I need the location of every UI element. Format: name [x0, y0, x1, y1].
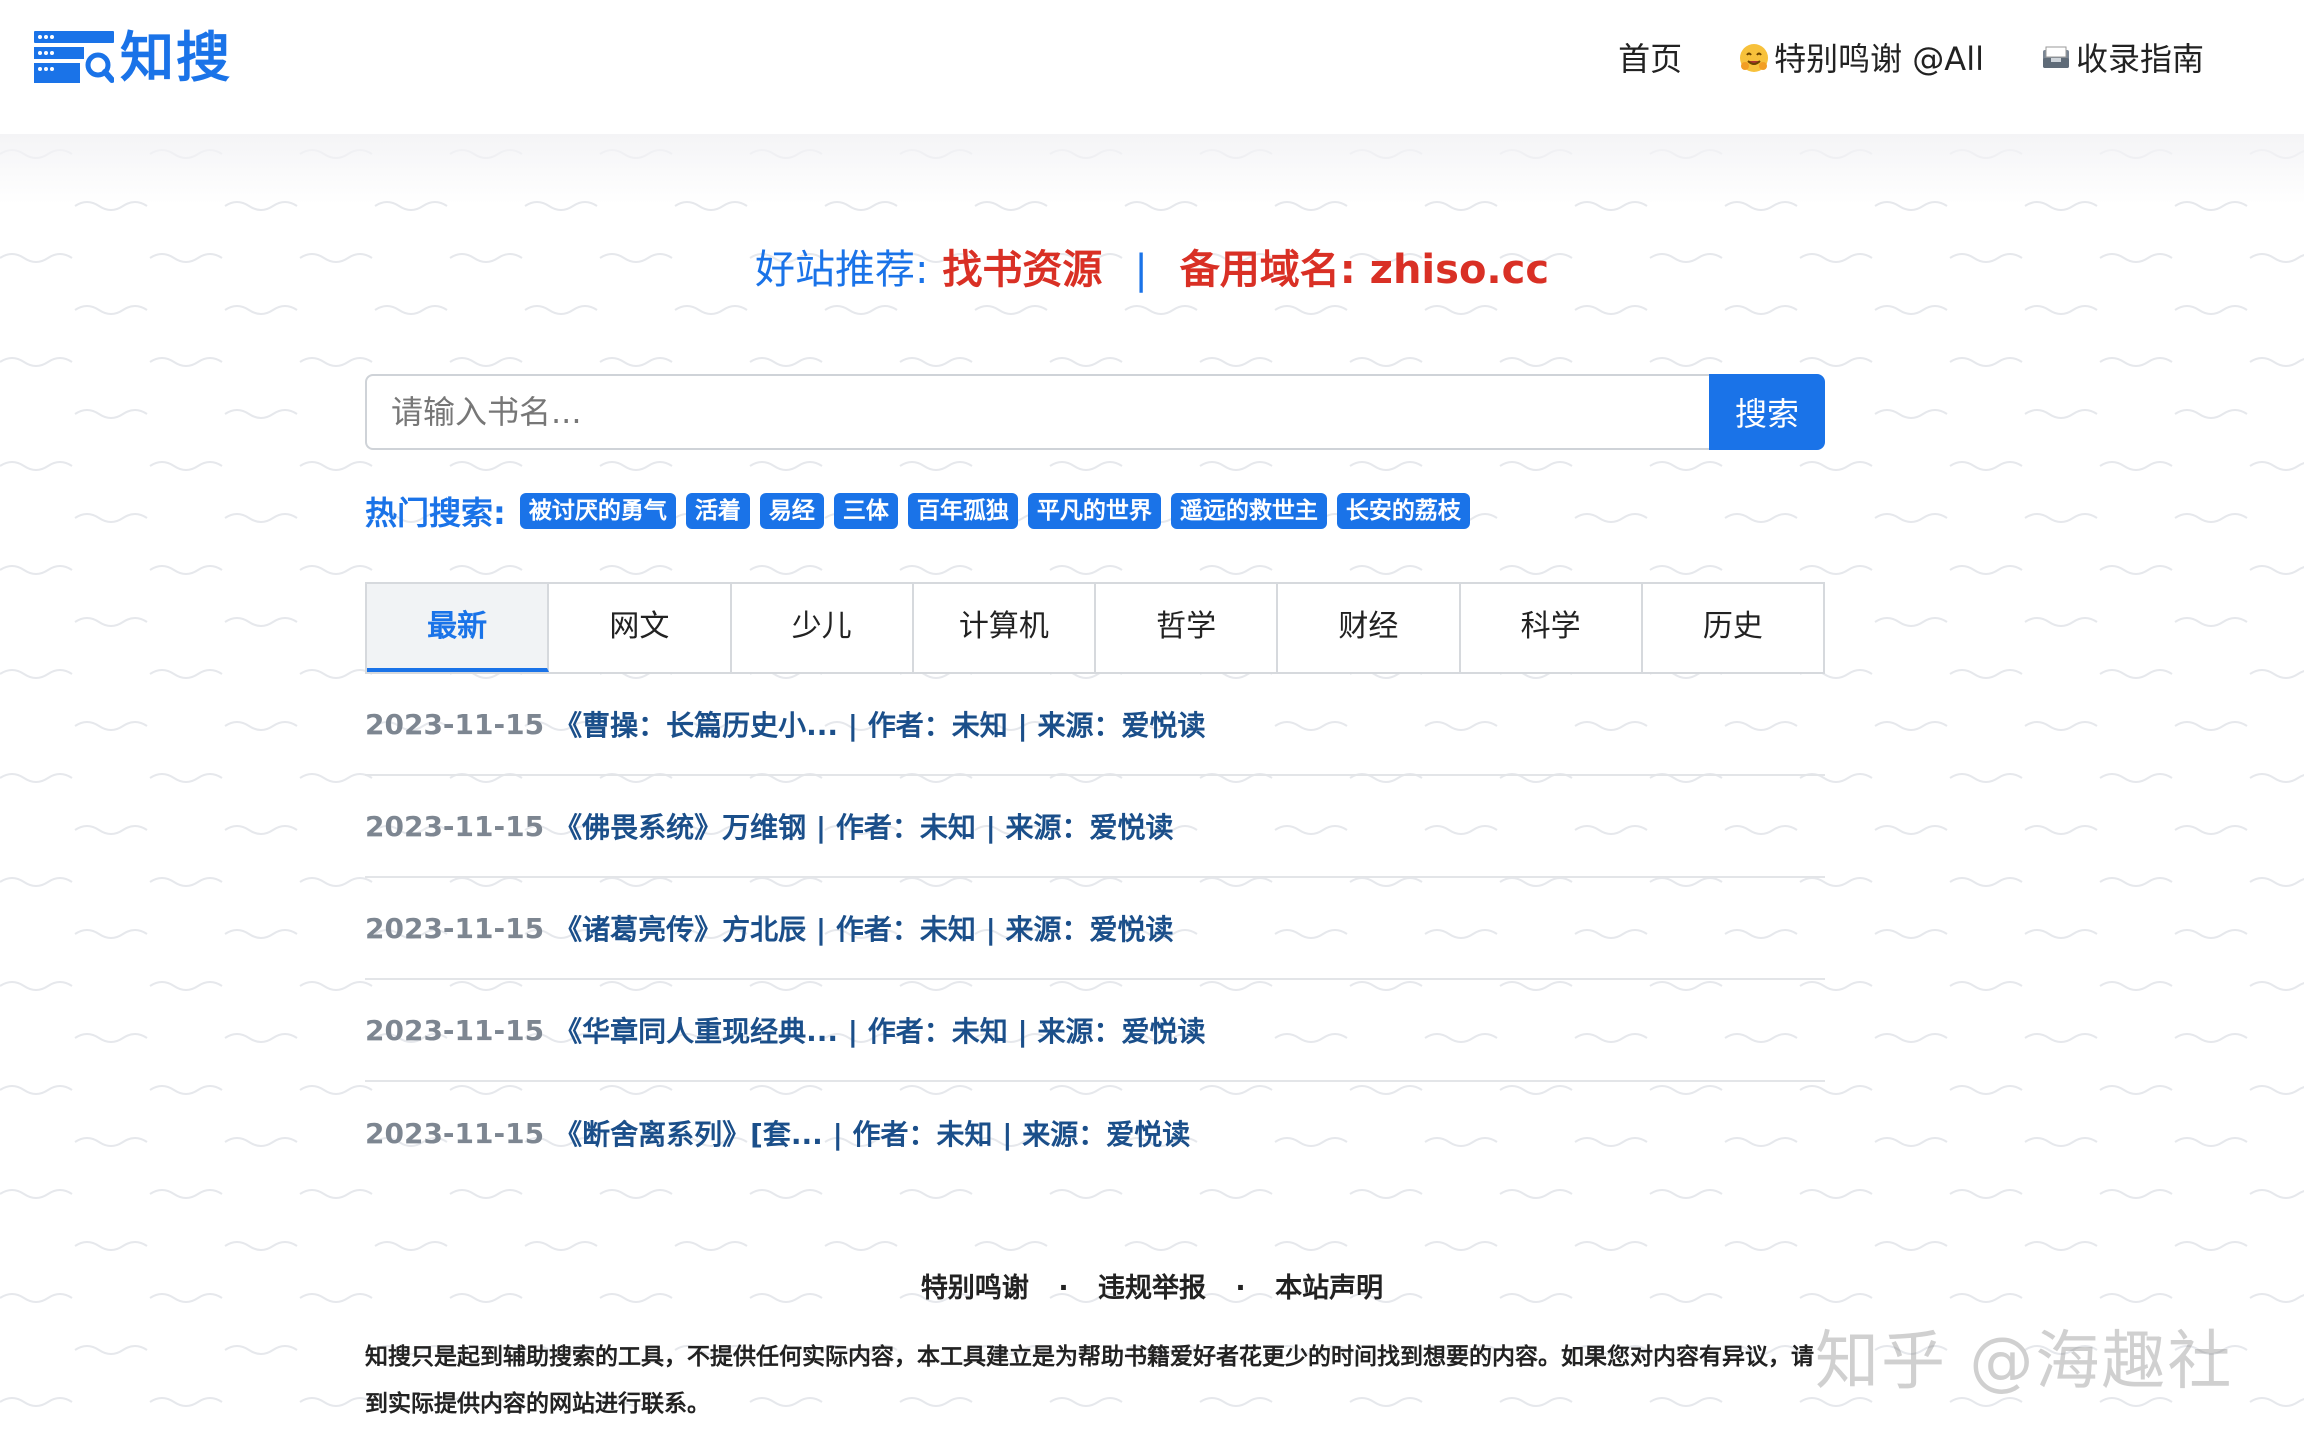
list-item[interactable]: 2023-11-15 《诸葛亮传》方北辰 | 作者：未知 | 来源：爱悦读	[365, 878, 1825, 980]
site-logo[interactable]: 知搜	[34, 28, 232, 88]
tab-computer[interactable]: 计算机	[913, 584, 1096, 672]
search-button[interactable]: 搜索	[1709, 374, 1825, 450]
list-item-title[interactable]: 《诸葛亮传》方北辰 | 作者：未知 | 来源：爱悦读	[554, 908, 1173, 948]
category-tabs: 最新 网文 少儿 计算机 哲学 财经 科学 历史	[365, 582, 1825, 674]
tab-science[interactable]: 科学	[1460, 584, 1643, 672]
promo-separator: |	[1134, 247, 1148, 293]
hot-tag[interactable]: 活着	[685, 493, 750, 529]
logo-text: 知搜	[120, 26, 232, 89]
top-nav: 首页 特别鸣谢 @All 收录指南	[1618, 34, 2204, 84]
nav-home-label: 首页	[1618, 40, 1683, 78]
hot-tag[interactable]: 长安的荔枝	[1336, 493, 1470, 529]
list-item-title[interactable]: 《断舍离系列》[套... | 作者：未知 | 来源：爱悦读	[554, 1113, 1190, 1153]
tab-children[interactable]: 少儿	[731, 584, 914, 672]
search-input[interactable]	[365, 374, 1709, 450]
list-item-date: 2023-11-15	[365, 911, 545, 945]
tab-philosophy[interactable]: 哲学	[1096, 584, 1279, 672]
nav-thanks[interactable]: 特别鸣谢 @All	[1738, 34, 1984, 84]
hot-searches: 热门搜索: 被讨厌的勇气 活着 易经 三体 百年孤独 平凡的世界 遥远的救世主 …	[365, 488, 1470, 534]
hot-tag[interactable]: 平凡的世界	[1027, 493, 1161, 529]
list-item-title[interactable]: 《曹操：长篇历史小... | 作者：未知 | 来源：爱悦读	[554, 704, 1205, 744]
footer-disclaimer: 知搜只是起到辅助搜索的工具，不提供任何实际内容，本工具建立是为帮助书籍爱好者花更…	[365, 1344, 1814, 1417]
hot-tag[interactable]: 被讨厌的勇气	[519, 493, 676, 529]
nav-thanks-label: 特别鸣谢 @All	[1774, 40, 1984, 78]
list-item-date: 2023-11-15	[365, 707, 545, 741]
list-item-date: 2023-11-15	[365, 1013, 545, 1047]
promo-backup-domain[interactable]: zhiso.cc	[1370, 247, 1549, 293]
tab-latest[interactable]: 最新	[367, 584, 550, 672]
list-item-title[interactable]: 《佛畏系统》万维钢 | 作者：未知 | 来源：爱悦读	[554, 806, 1173, 846]
book-list: 2023-11-15 《曹操：长篇历史小... | 作者：未知 | 来源：爱悦读…	[365, 674, 1825, 1184]
site-header: 知搜 首页 特别鸣谢 @All 收录指南	[0, 0, 2304, 134]
list-item-title[interactable]: 《华章同人重现经典... | 作者：未知 | 来源：爱悦读	[554, 1010, 1205, 1050]
promo-banner: 好站推荐: 找书资源 | 备用域名: zhiso.cc	[0, 240, 2304, 300]
nav-guide[interactable]: 收录指南	[2040, 34, 2204, 84]
list-item[interactable]: 2023-11-15 《断舍离系列》[套... | 作者：未知 | 来源：爱悦读	[365, 1082, 1825, 1184]
hot-searches-label: 热门搜索:	[365, 494, 506, 532]
footer-links: 特别鸣谢 · 违规举报 · 本站声明	[0, 1266, 2304, 1305]
main-content: 好站推荐: 找书资源 | 备用域名: zhiso.cc 搜索 热门搜索: 被讨厌…	[0, 0, 2304, 1444]
watermark: 知乎 @海趣社	[1815, 1325, 2234, 1399]
hugging-face-emoji-icon	[1740, 44, 1769, 72]
footer-separator: ·	[1058, 1273, 1069, 1304]
list-item[interactable]: 2023-11-15 《华章同人重现经典... | 作者：未知 | 来源：爱悦读	[365, 980, 1825, 1082]
footer-link-report[interactable]: 违规举报	[1098, 1273, 1206, 1304]
list-item[interactable]: 2023-11-15 《佛畏系统》万维钢 | 作者：未知 | 来源：爱悦读	[365, 776, 1825, 878]
footer-separator: ·	[1235, 1273, 1246, 1304]
promo-site-link[interactable]: 找书资源	[942, 247, 1102, 293]
hot-tag[interactable]: 百年孤独	[907, 493, 1018, 529]
list-item[interactable]: 2023-11-15 《曹操：长篇历史小... | 作者：未知 | 来源：爱悦读	[365, 674, 1825, 776]
nav-guide-label: 收录指南	[2075, 40, 2204, 78]
footer-link-thanks[interactable]: 特别鸣谢	[921, 1273, 1029, 1304]
inbox-tray-icon	[2042, 46, 2069, 68]
tab-history[interactable]: 历史	[1642, 584, 1823, 672]
tab-finance[interactable]: 财经	[1278, 584, 1461, 672]
promo-prefix: 好站推荐:	[754, 247, 929, 293]
list-item-date: 2023-11-15	[365, 1116, 545, 1150]
nav-home[interactable]: 首页	[1618, 34, 1682, 84]
list-item-date: 2023-11-15	[365, 809, 545, 843]
tab-web-novel[interactable]: 网文	[549, 584, 732, 672]
search-bar: 搜索	[365, 374, 1825, 450]
hot-tag[interactable]: 易经	[759, 493, 824, 529]
hot-tag[interactable]: 遥远的救世主	[1170, 493, 1327, 529]
promo-backup-label: 备用域名:	[1179, 247, 1356, 293]
footer-link-statement[interactable]: 本站声明	[1275, 1273, 1383, 1304]
hot-tag[interactable]: 三体	[833, 493, 898, 529]
server-search-icon	[34, 31, 115, 85]
